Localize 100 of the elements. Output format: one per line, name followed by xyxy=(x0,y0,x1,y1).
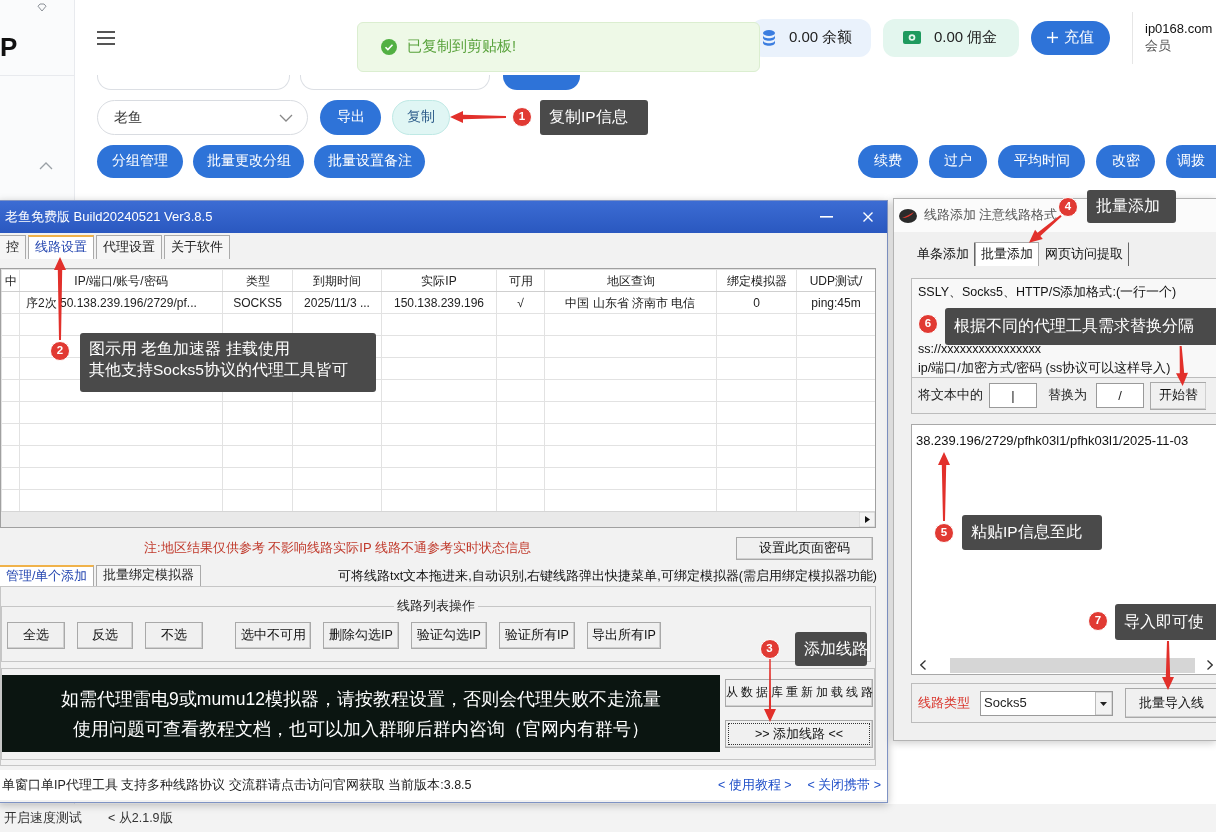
callout-label: 添加线路 xyxy=(795,632,867,666)
pointer-arrow xyxy=(1162,641,1174,690)
tab[interactable]: 管理/单个添加 xyxy=(0,565,95,586)
scroll-right-arrow-icon[interactable] xyxy=(859,512,875,527)
line-type-select[interactable]: Socks5 xyxy=(980,690,1113,716)
copy-button[interactable]: 复制 xyxy=(392,100,450,135)
table-cell: 中国 山东省 济南市 电信 xyxy=(544,291,717,314)
status-link[interactable]: < 关闭携带 > xyxy=(807,775,881,795)
action-button[interactable]: 平均时间 xyxy=(998,145,1085,178)
column-header[interactable]: 中 xyxy=(1,269,20,292)
toast-message: 已复制到剪贴板! xyxy=(407,37,517,57)
format-line: ip/端口/加密方式/密码 (ss协议可以这样导入) xyxy=(918,360,1172,377)
window-title: 线路添加 注意线路格式 xyxy=(924,207,1058,225)
strip-text: < 从2.1.9版 xyxy=(108,809,173,827)
table-cell: 0 xyxy=(716,291,797,314)
search-field[interactable] xyxy=(300,75,490,90)
list-action-button[interactable]: 反选 xyxy=(77,622,133,649)
action-button[interactable]: 改密 xyxy=(1096,145,1155,178)
pointer-arrow xyxy=(450,111,506,123)
chevron-left-icon[interactable] xyxy=(920,660,926,670)
format-line: SSLY、Socks5、HTTP/S添加格式:(一行一个) xyxy=(918,284,1178,301)
list-action-button[interactable]: 验证所有IP xyxy=(499,622,575,649)
action-button[interactable]: 续费 xyxy=(858,145,918,178)
commission-amount: 0.00 佣金 xyxy=(934,27,998,48)
callout-label: 根据不同的代理工具需求替换分隔 xyxy=(945,308,1216,345)
add-line-button[interactable]: >> 添加线路 << xyxy=(725,720,873,748)
callout-label: 复制IP信息 xyxy=(540,100,648,135)
search-field[interactable] xyxy=(97,75,290,90)
coin-stack-icon xyxy=(763,29,775,46)
dropdown-arrow-icon[interactable] xyxy=(1095,691,1112,715)
column-header[interactable]: 可用 xyxy=(496,269,545,292)
set-password-button[interactable]: 设置此页面密码 xyxy=(736,536,873,560)
action-button[interactable]: 调拨 xyxy=(1166,145,1216,178)
table-cell: 2025/11/3 ... xyxy=(292,291,382,314)
tab[interactable]: 关于软件 xyxy=(164,235,230,259)
chevron-up-icon[interactable] xyxy=(39,162,53,170)
callout-label: 导入即可使 xyxy=(1115,604,1216,640)
list-action-button[interactable]: 不选 xyxy=(145,622,203,649)
notice-text: 使用问题可查看教程文档，也可以加入群聊后群内咨询（官网内有群号） xyxy=(73,717,649,741)
list-action-button[interactable]: 选中不可用 xyxy=(235,622,311,649)
search-button[interactable] xyxy=(503,75,580,90)
account-name: ip0168.com xyxy=(1145,21,1214,38)
logo-text: P xyxy=(0,34,18,60)
gem-icon xyxy=(37,3,47,12)
table-cell: 150.138.239.196 xyxy=(381,291,497,314)
table-cell: √ xyxy=(496,291,545,314)
column-header[interactable]: 绑定模拟器 xyxy=(716,269,797,292)
group-select[interactable]: 老鱼 xyxy=(97,100,308,135)
tab[interactable]: 控 xyxy=(0,235,26,259)
list-action-button[interactable]: 全选 xyxy=(7,622,65,649)
menu-icon[interactable] xyxy=(97,30,115,45)
account-role: 会员 xyxy=(1145,37,1172,54)
replace-label: 替换为 xyxy=(1048,387,1087,405)
tab[interactable]: 线路设置 xyxy=(28,235,94,259)
check-circle-icon xyxy=(381,39,397,55)
export-button[interactable]: 导出 xyxy=(320,100,381,135)
step-badge: 1 xyxy=(512,107,532,127)
group-title: 线路列表操作 xyxy=(394,598,478,614)
list-action-button[interactable]: 删除勾选IP xyxy=(323,622,399,649)
replace-button[interactable]: 开始替 xyxy=(1150,381,1206,410)
pasted-ip-text: 38.239.196/2729/pfhk03l1/pfhk03l1/2025-11-03 xyxy=(915,432,1190,450)
column-header[interactable]: 类型 xyxy=(222,269,293,292)
line-type-label: 线路类型 xyxy=(918,694,970,713)
tab[interactable]: 批量绑定模拟器 xyxy=(96,565,202,586)
chevron-right-icon[interactable] xyxy=(1207,660,1213,670)
notice-text: 如需代理雷电9或mumu12模拟器，请按教程设置，否则会代理失败不走流量 xyxy=(61,687,661,711)
callout-label: 粘贴IP信息至此 xyxy=(962,515,1102,550)
status-link[interactable]: < 使用教程 > xyxy=(717,775,792,795)
tab[interactable]: 网页访问提取 xyxy=(1039,242,1129,266)
column-header[interactable]: 实际IP xyxy=(381,269,497,292)
action-button[interactable]: 批量更改分组 xyxy=(193,145,304,178)
list-action-button[interactable]: 验证勾选IP xyxy=(411,622,487,649)
import-button[interactable]: 批量导入线 xyxy=(1125,688,1216,718)
column-header[interactable]: IP/端口/账号/密码 xyxy=(19,269,223,292)
list-action-button[interactable]: 导出所有IP xyxy=(587,622,661,649)
replace-field[interactable]: / xyxy=(1096,383,1144,408)
chevron-down-icon xyxy=(279,113,293,122)
callout-label: 批量添加 xyxy=(1087,190,1176,223)
close-icon[interactable] xyxy=(863,212,873,222)
recharge-button[interactable]: 充值 xyxy=(1031,20,1110,55)
horizontal-scrollbar[interactable] xyxy=(950,657,1195,673)
tab[interactable]: 代理设置 xyxy=(96,235,162,259)
column-header[interactable]: 到期时间 xyxy=(292,269,382,292)
action-button[interactable]: 分组管理 xyxy=(97,145,183,178)
action-button[interactable]: 过户 xyxy=(929,145,987,178)
column-header[interactable]: UDP测试/ xyxy=(796,269,875,292)
plus-icon xyxy=(1047,32,1058,43)
column-header[interactable]: 地区查询 xyxy=(544,269,717,292)
horizontal-scrollbar[interactable] xyxy=(1,511,875,527)
action-button[interactable]: 批量设置备注 xyxy=(314,145,425,178)
status-text: 单窗口单IP代理工具 支持多种线路协议 交流群请点击访问官网获取 当前版本:3.8.5 xyxy=(2,776,472,794)
find-label: 将文本中的 xyxy=(918,387,983,405)
tab[interactable]: 批量添加 xyxy=(975,242,1039,266)
window-title: 老鱼免费版 Build20240521 Ver3.8.5 xyxy=(5,208,213,227)
banknote-icon xyxy=(903,31,921,44)
strip-text: 开启速度测试 xyxy=(4,809,82,827)
pointer-arrow xyxy=(1176,345,1189,386)
find-field[interactable]: | xyxy=(989,383,1037,408)
balance-amount: 0.00 余额 xyxy=(789,27,853,48)
warning-note: 注:地区结果仅供参考 不影响线路实际IP 线路不通参考实时状态信息 xyxy=(143,539,532,558)
